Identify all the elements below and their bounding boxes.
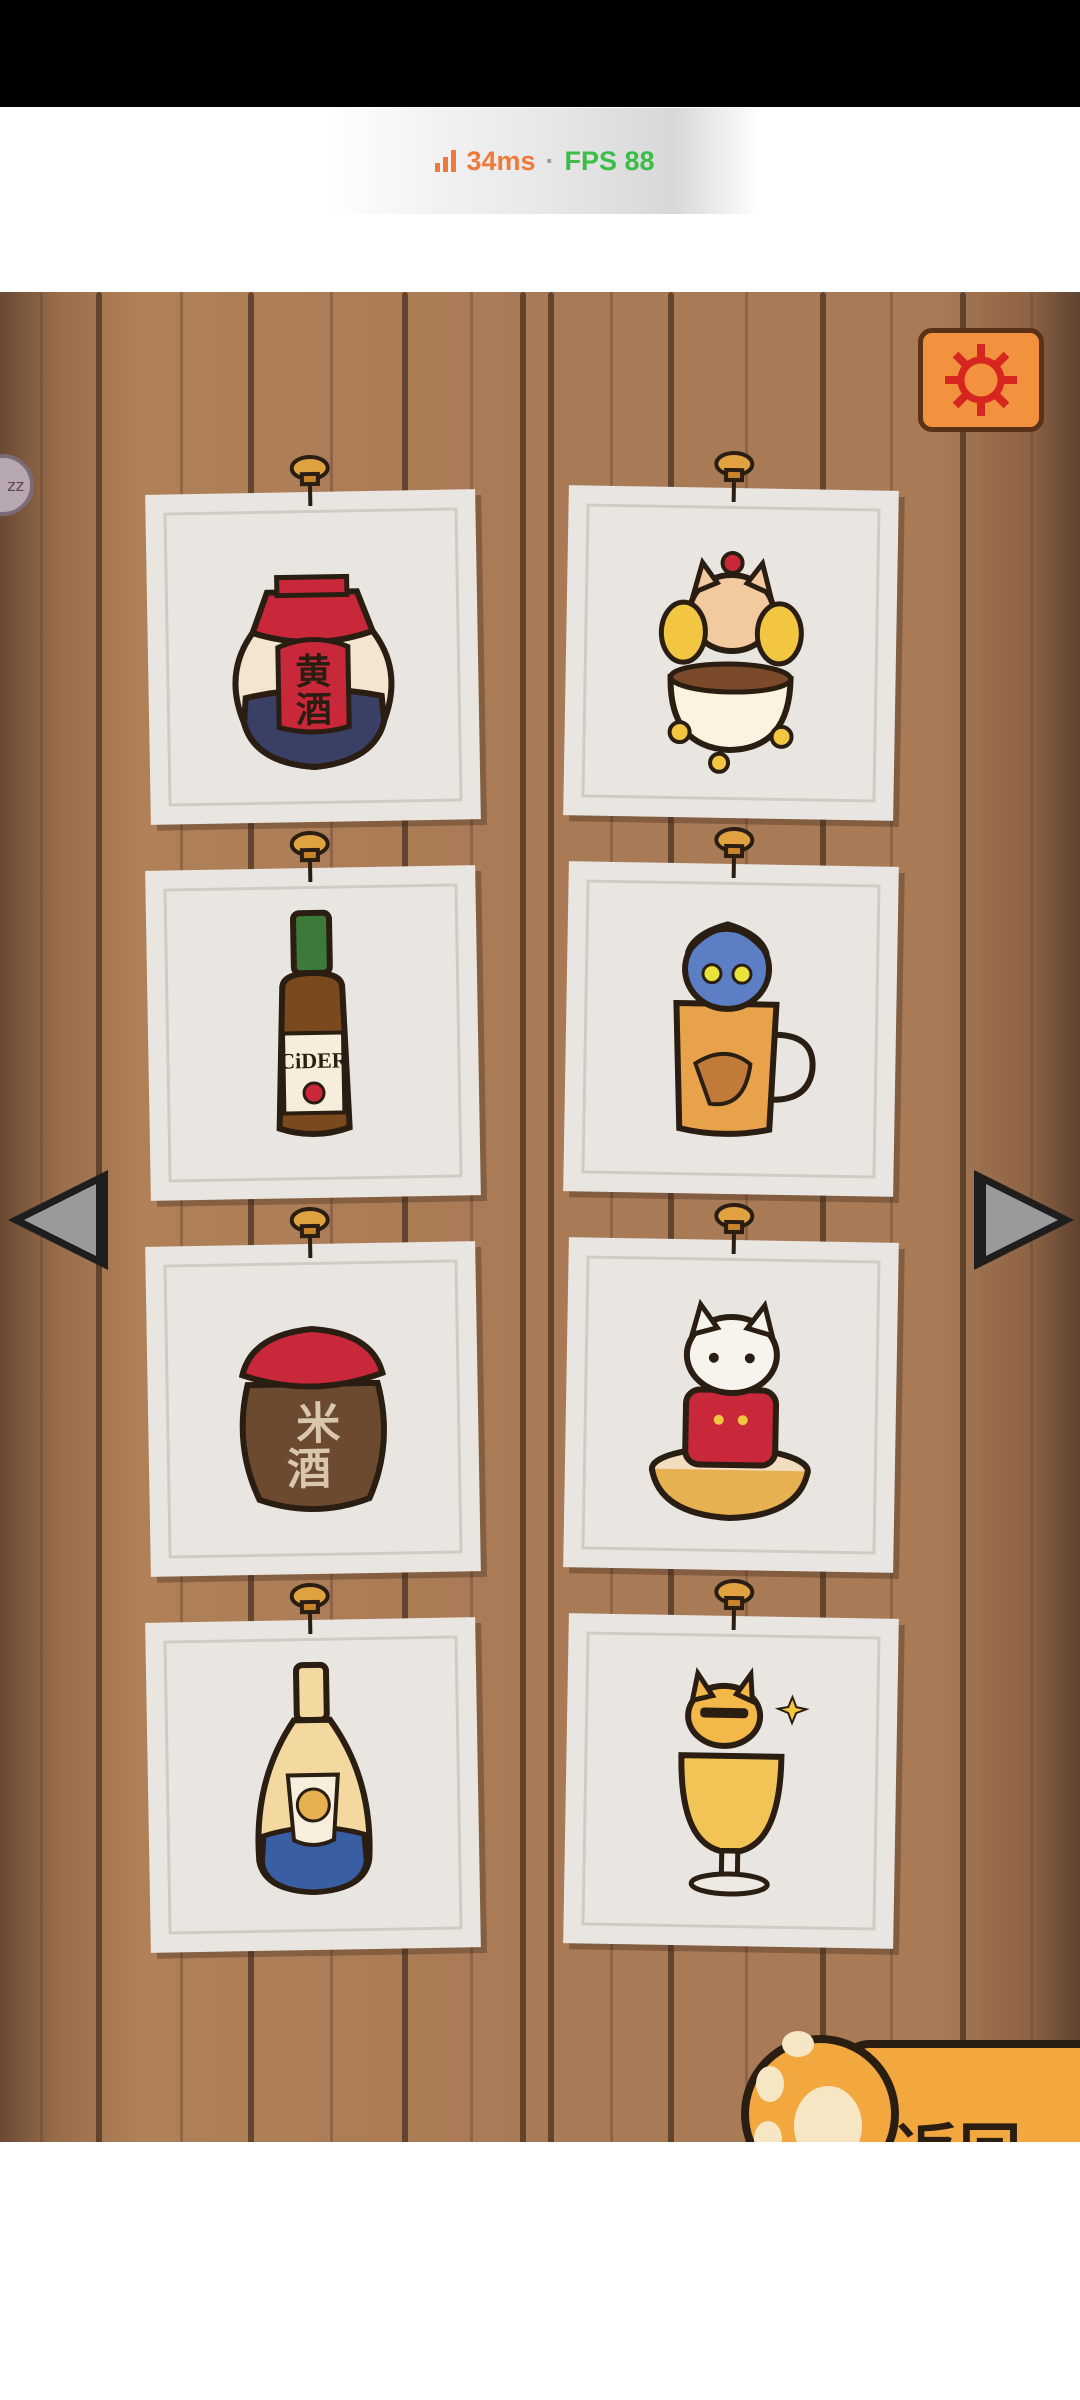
pushpin-icon <box>714 1579 755 1631</box>
pushpin-icon <box>289 455 330 507</box>
collection-card-cat-bowl[interactable] <box>563 1203 899 1573</box>
pushpin-icon <box>714 1203 755 1255</box>
cider-bottle-icon: CiDER <box>276 909 353 1137</box>
collection-card-huangjiu[interactable]: 黄 酒 <box>145 455 481 825</box>
arrow-left-icon[interactable] <box>0 1160 120 1280</box>
status-bar <box>0 0 1080 107</box>
bubble-text: zz <box>7 475 24 495</box>
pushpin-icon <box>289 1207 330 1259</box>
plank-line <box>548 292 554 2212</box>
jar-label-2: 酒 <box>287 1444 332 1496</box>
pushpin-icon <box>714 451 755 503</box>
huangjiu-jar-icon: 黄 酒 <box>232 573 395 770</box>
collection-card-cat-glass[interactable] <box>563 1579 899 1949</box>
blue-cat-mug-icon <box>673 921 816 1137</box>
separator: · <box>545 145 555 176</box>
settings-button[interactable] <box>918 328 1044 432</box>
cider-label: CiDER <box>279 1047 349 1073</box>
gear-icon <box>945 344 1017 416</box>
arrow-right-icon[interactable] <box>962 1160 1080 1280</box>
cat-in-glass-icon <box>678 1666 810 1897</box>
pushpin-icon <box>289 1583 330 1635</box>
bottom-area <box>0 2142 1080 2212</box>
latency-text: 34ms <box>466 145 536 176</box>
collection-card-cat-teacup[interactable] <box>563 451 899 821</box>
floating-assistant-bubble[interactable]: zz <box>0 454 34 516</box>
jar-label-1: 黄 <box>295 652 332 694</box>
jar-label-2: 酒 <box>296 690 333 732</box>
pushpin-icon <box>289 831 330 883</box>
game-screen: zz 黄 酒 CiDER 米 酒 <box>0 292 1080 2212</box>
collection-card-rice-wine[interactable]: 米 酒 <box>145 1207 481 1577</box>
fps-text: FPS 88 <box>564 145 655 176</box>
rice-wine-jar-icon: 米 酒 <box>238 1326 387 1512</box>
collection-card-cider[interactable]: CiDER <box>145 831 481 1201</box>
collection-card-blue-bottle[interactable] <box>145 1583 481 1953</box>
blue-label-bottle-icon <box>255 1661 373 1895</box>
performance-overlay: 34ms · FPS 88 <box>330 108 760 214</box>
cat-in-bowl-icon <box>648 1298 811 1521</box>
jar-label-1: 米 <box>296 1399 341 1451</box>
cat-teacup-icon <box>658 551 804 774</box>
pushpin-icon <box>714 827 755 879</box>
plank-line <box>520 292 526 2212</box>
signal-icon <box>435 150 457 172</box>
collection-card-blue-cat-mug[interactable] <box>563 827 899 1197</box>
